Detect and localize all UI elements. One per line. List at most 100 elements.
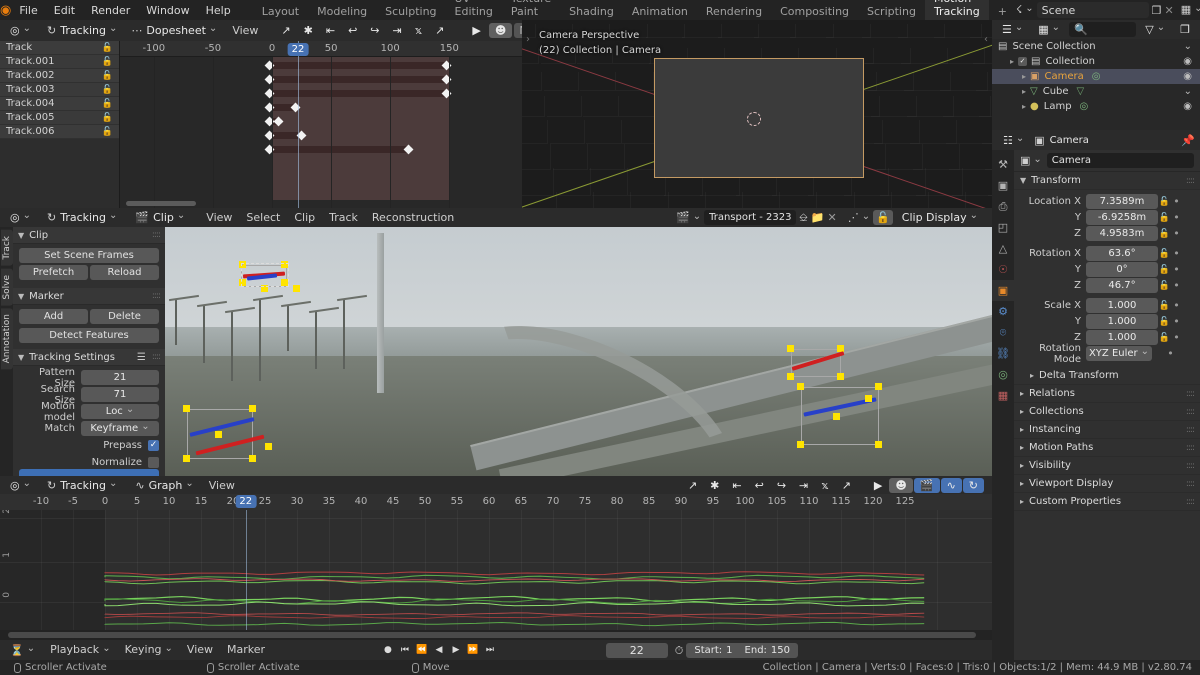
clip-menu-clip[interactable]: Clip [287,208,322,227]
outliner-editor-type-icon[interactable]: ☰ [996,22,1029,37]
clip-viewer[interactable] [165,227,992,476]
track-marker-handle[interactable] [797,383,804,390]
dopesheet-channel-row[interactable]: Track.004 🔓 [0,97,119,111]
properties-tab-modifier[interactable]: ⚙ [992,301,1014,322]
timeline-menu-playback[interactable]: Playback [43,640,117,660]
lock-icon[interactable]: 🔓 [1158,229,1171,239]
snap-icon[interactable]: ↗ [682,478,703,493]
properties-section-collections[interactable]: ▸ Collections:::: [1014,403,1200,421]
timeline-menu-view[interactable]: View [180,640,220,660]
workspace-tab-modeling[interactable]: Modeling [308,3,376,20]
proportional-edit-icon[interactable]: ✱ [704,478,725,493]
transform-value-field[interactable]: 4.9583m [1086,226,1158,241]
clip-menu-view[interactable]: View [199,208,239,227]
lock-icon[interactable]: 🔓 [1158,197,1171,207]
lock-icon[interactable]: 🔓 [1158,213,1171,223]
properties-tab-tool[interactable]: ⚒ [992,154,1014,175]
properties-tab-scene[interactable]: △ [992,238,1014,259]
properties-section-motion-paths[interactable]: ▸ Motion Paths:::: [1014,439,1200,457]
workspace-tab-texture-paint[interactable]: Texture Paint [502,0,560,20]
top-menu-edit[interactable]: Edit [46,4,83,17]
tracking-checkbox[interactable] [148,457,159,468]
workspace-tab-compositing[interactable]: Compositing [771,3,858,20]
track-marker-handle[interactable] [875,441,882,448]
dopesheet-channel-row[interactable]: Track.005 🔓 [0,111,119,125]
expand-triangle-icon[interactable]: ▸ [1022,87,1026,96]
lock-icon[interactable]: 🔓 [1158,317,1171,327]
track-marker-handle[interactable] [787,345,794,352]
properties-tab-world[interactable]: ☉ [992,259,1014,280]
camera-data-icon[interactable]: ◎ [1092,71,1101,82]
workspace-tab-rendering[interactable]: Rendering [697,3,771,20]
pin-icon[interactable]: 📌 [1181,135,1195,146]
properties-tab-output[interactable]: ⎙ [992,196,1014,217]
track-marker-handle[interactable] [797,441,804,448]
preset-list-icon[interactable]: ☰ [137,352,146,363]
properties-tab-data[interactable]: ◎ [992,364,1014,385]
track-sequence-button[interactable] [19,469,159,476]
lock-icon[interactable]: 🔓 [1158,301,1171,311]
view-layer-browse-icon[interactable]: ▦ [1181,4,1200,16]
jump-end-icon[interactable]: ⇥ [793,478,814,493]
track-marker-handle[interactable] [833,413,840,420]
top-menu-render[interactable]: Render [83,4,138,17]
scene-selector[interactable]: Scene [1036,2,1149,18]
lock-to-selection-icon[interactable]: 🔓 [873,210,893,225]
scene-browse-icon[interactable]: ☇ [1016,4,1034,16]
lock-icon[interactable]: 🔓 [102,85,113,95]
new-scene-icon[interactable]: ❐ [1152,5,1162,16]
animate-property-dot[interactable]: • [1171,315,1182,328]
graph-view-menu[interactable]: View [202,476,242,495]
outliner-row-camera[interactable]: ▸ ▣ Camera ◎ ◉ [992,69,1200,84]
copy-keys-icon[interactable]: 𝕩 [409,23,428,38]
lock-icon[interactable]: 🔓 [1158,281,1171,291]
clip-tab-track[interactable]: Track [1,230,13,266]
graph-canvas[interactable]: 210-1 [0,510,992,630]
copy-keys-icon[interactable]: 𝕩 [815,478,834,493]
properties-tab-constraint[interactable]: ⛓ [992,343,1014,364]
track-marker-handle[interactable] [875,383,882,390]
add-workspace-button[interactable]: + [989,3,1016,20]
dopesheet-channel-row[interactable]: Track.006 🔓 [0,125,119,139]
rotation-mode-dropdown[interactable]: XYZ Euler [1086,346,1152,361]
graph-view-mode-selector[interactable]: ∿ Graph [129,478,199,493]
lock-icon[interactable]: 🔓 [102,113,113,123]
track-marker-handle[interactable] [249,455,256,462]
animate-property-dot[interactable]: • [1171,227,1182,240]
track-marker-handle[interactable] [183,405,190,412]
properties-section-relations[interactable]: ▸ Relations:::: [1014,385,1200,403]
lock-icon[interactable]: 🔓 [102,71,113,81]
transform-value-field[interactable]: 1.000 [1086,314,1158,329]
graph-playhead[interactable] [245,510,247,630]
dopesheet-view-mode-selector[interactable]: ⋯ Dopesheet [125,23,223,38]
visibility-eye-icon[interactable]: ◉ [1183,56,1192,67]
clip-menu-track[interactable]: Track [322,208,365,227]
expand-triangle-icon[interactable]: ▸ [1022,102,1026,111]
clip-name-field[interactable]: Transport - 23232... [704,210,797,225]
jump-prev-icon[interactable]: ↩ [749,478,770,493]
object-icon[interactable]: ▣ [1020,155,1042,167]
clip-tab-solve[interactable]: Solve [1,268,13,306]
dopesheet-playhead[interactable] [298,41,299,208]
graph-mode-selector[interactable]: ↻ Tracking [41,478,123,493]
workspace-tab-uv-editing[interactable]: UV Editing [446,0,502,20]
unlink-clip-icon[interactable]: ✕ [827,212,836,223]
outliner-row-collection[interactable]: ▸ ✓ ▤ Collection ◉ [992,54,1200,69]
jump-end-icon[interactable]: ⇥ [387,23,408,38]
viewport-toolbar-expand-icon[interactable]: › [526,34,530,45]
jump-next-icon[interactable]: ↪ [771,478,792,493]
workspace-tab-shading[interactable]: Shading [560,3,623,20]
lock-icon[interactable]: 🔓 [102,43,113,53]
workspace-tab-scripting[interactable]: Scripting [858,3,925,20]
lock-icon[interactable]: 🔓 [102,127,113,137]
clip-display-popover[interactable]: Clip Display [896,210,984,225]
play-reverse-icon[interactable]: ◀ [431,643,446,658]
graph-filter-ghost-icon[interactable]: ☻ [889,477,913,493]
blender-logo-icon[interactable]: ◉ [0,3,11,18]
dopesheet-channel-row[interactable]: Track.001 🔓 [0,55,119,69]
delete-marker-button[interactable]: Delete [90,309,159,324]
tracking-setting-value[interactable]: Loc [81,404,159,419]
viewport-sidebar-expand-icon[interactable]: ‹ [984,34,988,45]
section-header-transform[interactable]: ▼ Transform :::: [1014,172,1200,190]
object-name-field[interactable]: Camera [1046,153,1194,168]
